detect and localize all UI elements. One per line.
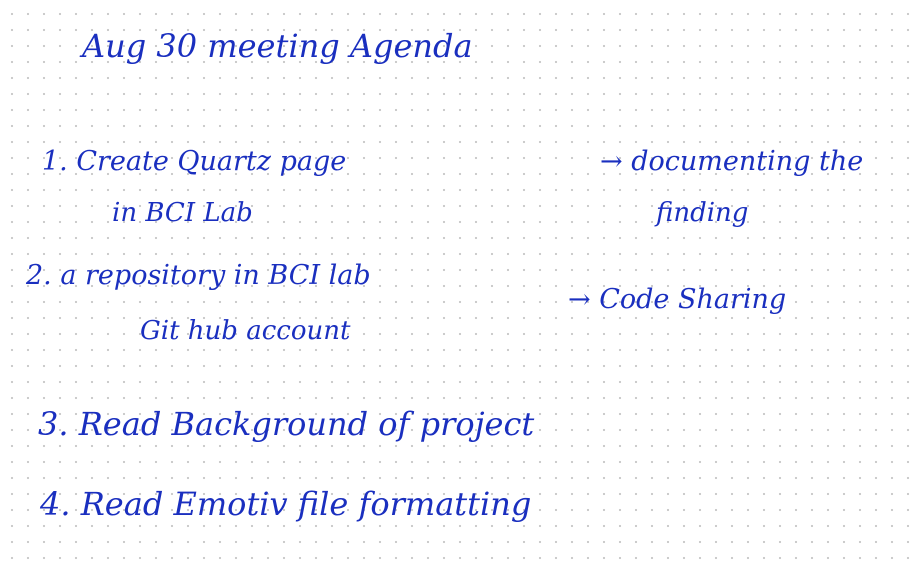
agenda-item-1-purpose-continued: finding — [656, 198, 749, 228]
agenda-item-2-task-continued: Git hub account — [140, 316, 351, 346]
agenda-item-2-task: 2. a repository in BCI lab — [26, 260, 371, 291]
agenda-item-1-task-continued: in BCI Lab — [112, 198, 253, 228]
agenda-item-1-purpose: → documenting the — [600, 146, 864, 177]
agenda-item-1-task: 1. Create Quartz page — [42, 146, 347, 177]
note-title: Aug 30 meeting Agenda — [82, 27, 473, 65]
agenda-item-3-task: 3. Read Background of project — [38, 405, 535, 443]
agenda-item-2-purpose: → Code Sharing — [568, 284, 787, 315]
agenda-item-4-task: 4. Read Emotiv file formatting — [40, 485, 532, 523]
note-page: Aug 30 meeting Agenda 1. Create Quartz p… — [0, 0, 914, 570]
